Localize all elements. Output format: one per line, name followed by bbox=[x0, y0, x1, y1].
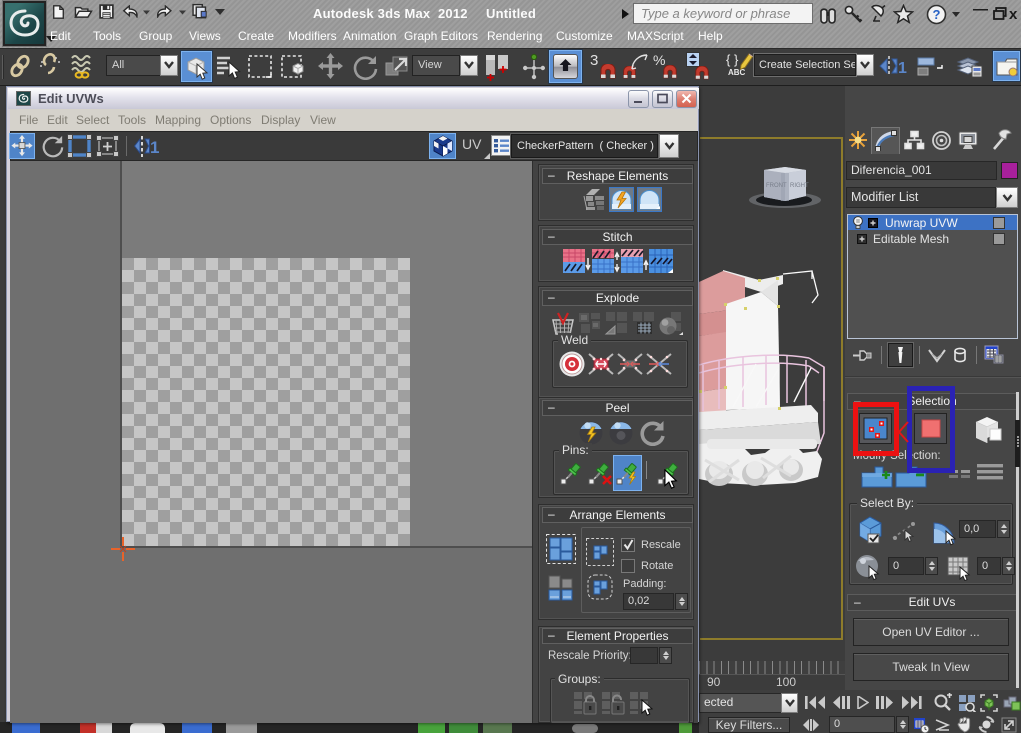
svg-text:1: 1 bbox=[898, 60, 907, 77]
svg-text:FRONT: FRONT bbox=[766, 183, 787, 189]
svg-text:?: ? bbox=[933, 7, 941, 22]
svg-text:RIGHT: RIGHT bbox=[790, 183, 809, 189]
svg-text:1: 1 bbox=[150, 138, 159, 157]
